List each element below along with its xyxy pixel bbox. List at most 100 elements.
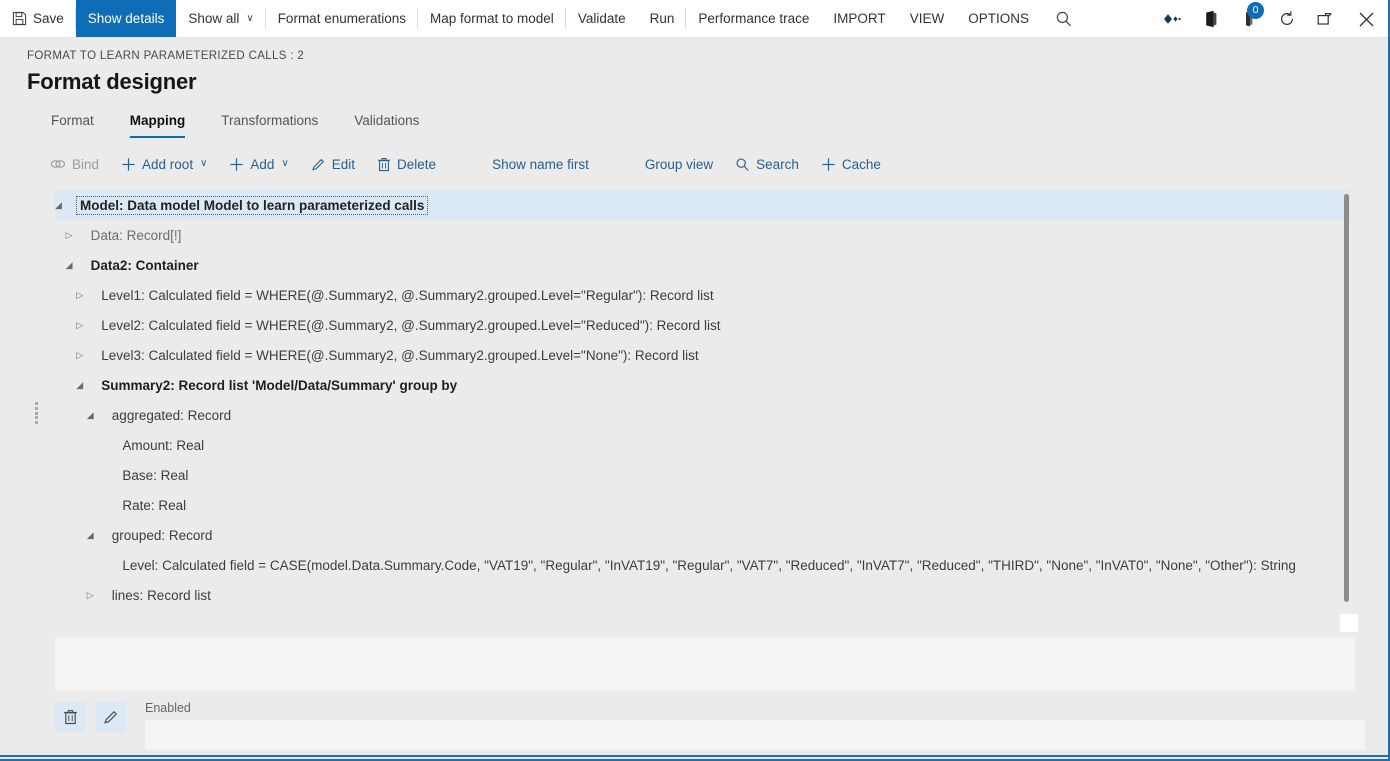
group-view-label: Group view: [644, 156, 714, 172]
edit-button[interactable]: Edit: [311, 157, 355, 172]
tree-row-label: Base: Real: [122, 467, 189, 483]
chevron-expanded-icon[interactable]: ◢: [87, 530, 109, 541]
chevron-collapsed-icon[interactable]: ▷: [76, 350, 98, 361]
tree-row[interactable]: Rate: Real: [55, 490, 1350, 520]
import-menu[interactable]: IMPORT: [821, 0, 897, 37]
tab-mapping-label: Mapping: [129, 113, 186, 128]
bind-label: Bind: [72, 156, 100, 172]
show-all-label: Show all: [188, 11, 240, 26]
tree-row[interactable]: ▷ Level3: Calculated field = WHERE(@.Summ…: [55, 340, 1350, 370]
bind-icon: [50, 158, 66, 170]
search-icon[interactable]: [1041, 0, 1087, 38]
tab-format[interactable]: Format: [51, 113, 94, 138]
chevron-down-icon: ∨: [200, 158, 208, 169]
mapping-tree[interactable]: ◢ Model: Data model Model to learn parame…: [55, 190, 1350, 622]
options-menu[interactable]: OPTIONS: [956, 0, 1041, 37]
plus-icon: [229, 157, 244, 172]
save-icon: [12, 11, 27, 26]
tab-transformations-label: Transformations: [221, 113, 319, 128]
tree-row-label: Data: Record[!]: [90, 227, 182, 243]
add-root-label: Add root: [142, 156, 194, 172]
cache-label: Cache: [841, 156, 881, 172]
delete-button[interactable]: Delete: [377, 157, 436, 172]
show-details-button[interactable]: Show details: [75, 0, 177, 37]
refresh-icon[interactable]: [1268, 0, 1306, 38]
run-button[interactable]: Run: [638, 0, 687, 37]
tab-format-label: Format: [51, 113, 94, 128]
tree-row-label: Model: Data model Model to learn paramet…: [75, 195, 429, 215]
tree-row[interactable]: ◢ Model: Data model Model to learn parame…: [55, 190, 1350, 220]
tree-row-label: Level2: Calculated field = WHERE(@.Summa…: [101, 317, 721, 333]
tree-row-label: grouped: Record: [111, 527, 213, 543]
tab-validations-label: Validations: [354, 113, 420, 128]
chevron-collapsed-icon[interactable]: ▷: [76, 320, 98, 331]
tree-row[interactable]: ▷ Data: Record[!]: [55, 220, 1350, 250]
tree-row-label: lines: Record list: [111, 587, 211, 603]
show-name-first-button[interactable]: Show name first: [492, 157, 589, 172]
chevron-down-icon: ∨: [246, 12, 254, 24]
page-header: FORMAT TO LEARN PARAMETERIZED CALLS : 2 …: [0, 38, 1388, 95]
save-button[interactable]: Save: [0, 0, 76, 37]
trash-icon: [377, 157, 391, 172]
edit-label: Edit: [331, 156, 356, 172]
tree-row-label: Rate: Real: [122, 497, 187, 513]
add-label: Add: [250, 156, 275, 172]
tree-row-label: aggregated: Record: [111, 407, 232, 423]
chevron-expanded-icon[interactable]: ◢: [76, 380, 98, 391]
tree-row[interactable]: ◢ Summary2: Record list 'Model/Data/Summa…: [55, 370, 1350, 400]
chevron-expanded-icon[interactable]: ◢: [87, 410, 109, 421]
tree-row[interactable]: ▷ lines: Record list: [55, 580, 1350, 610]
performance-trace-button[interactable]: Performance trace: [686, 0, 821, 37]
diamond-link-icon[interactable]: [1154, 0, 1192, 38]
tree-row[interactable]: ◢ grouped: Record: [55, 520, 1350, 550]
chevron-down-icon: ∨: [281, 158, 289, 169]
cache-button[interactable]: Cache: [821, 157, 881, 172]
chevron-expanded-icon[interactable]: ◢: [55, 200, 77, 211]
restore-window-icon[interactable]: [1306, 0, 1344, 38]
tree-vertical-scrollbar[interactable]: [1340, 194, 1352, 614]
bind-button[interactable]: Bind: [50, 157, 99, 172]
tab-validations[interactable]: Validations: [354, 113, 419, 138]
group-view-button[interactable]: Group view: [645, 157, 713, 172]
save-label: Save: [33, 11, 64, 26]
footer-edit-button[interactable]: [96, 702, 126, 732]
add-root-button[interactable]: Add root ∨: [121, 157, 207, 172]
footer-delete-button[interactable]: [55, 702, 85, 732]
designer-tabs: Format Mapping Transformations Validatio…: [0, 108, 1388, 138]
tree-row[interactable]: Amount: Real: [55, 430, 1350, 460]
enabled-field-input[interactable]: [145, 720, 1365, 750]
validate-button[interactable]: Validate: [566, 0, 638, 37]
add-button[interactable]: Add ∨: [229, 156, 289, 172]
tree-row[interactable]: ▷ Level1: Calculated field = WHERE(@.Summ…: [55, 280, 1350, 310]
tab-mapping[interactable]: Mapping: [129, 113, 186, 138]
close-icon[interactable]: [1344, 0, 1388, 38]
chevron-collapsed-icon[interactable]: ▷: [87, 590, 109, 601]
enabled-field-label: Enabled: [145, 701, 191, 715]
chevron-collapsed-icon[interactable]: ▷: [66, 230, 88, 241]
breadcrumb[interactable]: FORMAT TO LEARN PARAMETERIZED CALLS : 2: [27, 50, 1388, 62]
bottom-accent-rule: [0, 755, 1388, 757]
chevron-collapsed-icon[interactable]: ▷: [76, 290, 98, 301]
map-format-to-model-button[interactable]: Map format to model: [418, 0, 566, 37]
format-enumerations-button[interactable]: Format enumerations: [266, 0, 419, 37]
show-all-menu[interactable]: Show all ∨: [176, 0, 267, 37]
search-button[interactable]: Search: [735, 157, 799, 172]
tree-row-label: Level: Calculated field = CASE(model.Dat…: [122, 557, 1296, 573]
chevron-expanded-icon[interactable]: ◢: [66, 260, 88, 271]
mapping-action-bar: Bind Add root ∨ Add ∨ Edit Delete Show n…: [0, 149, 1388, 179]
tree-row[interactable]: Base: Real: [55, 460, 1350, 490]
office-app-icon[interactable]: [1192, 0, 1230, 38]
notification-count-badge: 0: [1247, 2, 1264, 19]
notification-icon[interactable]: 0: [1230, 0, 1268, 38]
tree-row[interactable]: ▷ Level2: Calculated field = WHERE(@.Summ…: [55, 310, 1350, 340]
tree-row[interactable]: ◢ Data2: Container: [55, 250, 1350, 280]
tree-row[interactable]: Level: Calculated field = CASE(model.Dat…: [55, 550, 1350, 580]
view-menu[interactable]: VIEW: [898, 0, 957, 37]
format-enumerations-label: Format enumerations: [277, 11, 406, 26]
format-designer-window: Save Show details Show all ∨ Format enum…: [0, 0, 1390, 761]
tab-transformations[interactable]: Transformations: [221, 113, 318, 138]
map-format-to-model-label: Map format to model: [430, 11, 554, 26]
panel-splitter-handle[interactable]: [31, 402, 41, 424]
tree-row[interactable]: ◢ aggregated: Record: [55, 400, 1350, 430]
scrollbar-thumb[interactable]: [1344, 194, 1349, 602]
